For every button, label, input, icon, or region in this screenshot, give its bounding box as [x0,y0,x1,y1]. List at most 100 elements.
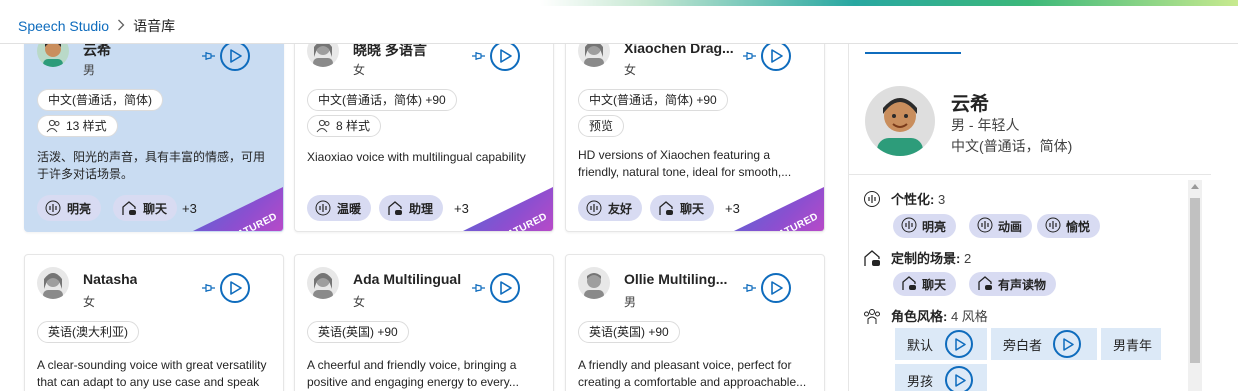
breadcrumb-speech-studio[interactable]: Speech Studio [18,18,109,34]
role-boy[interactable]: 男孩 [895,364,987,391]
personality-tag: 明亮 [893,214,957,238]
styles-count: 8 样式 [336,119,371,133]
personality-pill: 明亮 [37,195,102,221]
waveform-icon [45,200,61,216]
role-style-section: 角色风格: 4 风格 [863,306,988,325]
voice-description: 活泼、阳光的声音，具有丰富的情感，可用于许多对话场景。 [37,150,266,181]
voice-description: A clear-sounding voice with great versat… [37,358,267,389]
voice-card-ollie-multilingual[interactable]: Ollie Multiling... 男 英语(英国) +90 A friend… [565,254,825,391]
voice-name: Ollie Multiling... [624,271,728,287]
detail-gender-age: 男 - 年轻人 [951,117,1020,133]
voice-card-natasha[interactable]: Natasha 女 英语(澳大利亚) A clear-sounding voic… [24,254,284,391]
styles-count: 13 样式 [66,119,107,133]
chat-home-icon [977,275,993,294]
personality-section: 个性化: 3 [863,189,945,208]
voice-detail-panel: 云希 男 - 年轻人 中文(普通话，简体) 个性化: 3 明亮 动画 愉悦 定制… [848,44,1211,391]
more-count: +3 [725,201,740,216]
waveform-icon [863,190,881,208]
avatar [307,267,339,299]
scenario-pill: 聊天 [650,195,715,221]
voice-card-xiaochen-dragon[interactable]: Xiaochen Drag... 女 中文(普通话，简体) +90 预览 HD … [565,44,825,232]
styles-tag: 8 样式 [307,115,382,137]
avatar [578,267,610,299]
pin-icon[interactable] [740,47,758,65]
people-icon [46,119,60,133]
play-button[interactable] [490,44,520,71]
voice-gender: 女 [353,295,366,309]
play-button[interactable] [1053,330,1081,358]
chat-home-icon [901,275,917,294]
styles-tag: 13 样式 [37,115,118,137]
people-icon [316,119,330,133]
voice-gender: 女 [353,63,366,77]
waveform-icon [901,217,917,236]
voice-gallery: 云希 男 中文(普通话，简体) 13 样式 活泼、阳光的声音，具有丰富的情感，可… [0,44,832,391]
locale-tag: 英语(英国) +90 [578,321,680,343]
locale-tag: 中文(普通话，简体) +90 [578,89,728,111]
voice-gender: 男 [624,295,637,309]
play-button[interactable] [945,366,973,391]
avatar [578,44,610,67]
personality-tag: 动画 [969,214,1033,238]
waveform-icon [315,200,331,216]
voice-description: HD versions of Xiaochen featuring a frie… [578,148,792,179]
play-button[interactable] [220,44,250,71]
chat-home-icon [658,200,674,216]
avatar [37,267,69,299]
personality-pill: 友好 [578,195,643,221]
chat-home-icon [121,200,137,216]
pin-icon[interactable] [740,279,758,297]
pin-icon[interactable] [199,47,217,65]
divider [849,174,1211,175]
chat-home-icon [863,249,881,267]
voice-name: 云希 [83,44,111,58]
voice-gender: 女 [624,63,637,77]
breadcrumb-current: 语音库 [133,18,176,34]
pin-icon[interactable] [199,279,217,297]
people-group-icon [863,307,881,325]
role-default[interactable]: 默认 [895,328,987,360]
voice-description: Xiaoxiao voice with multilingual capabil… [307,150,526,164]
more-count: +3 [454,201,469,216]
scenario-pill: 聊天 [113,195,178,221]
voice-card-xiaoxiao-multilingual[interactable]: 晓晓 多语言 女 中文(普通话，简体) +90 8 样式 Xiaoxiao vo… [294,44,554,232]
pin-icon[interactable] [469,279,487,297]
play-button[interactable] [220,273,250,303]
detail-locale: 中文(普通话，简体) [951,138,1073,154]
scenario-pill: 助理 [379,195,444,221]
scroll-up-arrow-icon[interactable] [1191,184,1199,189]
active-tab-indicator [865,52,961,54]
detail-scrollbar[interactable] [1188,180,1202,391]
locale-tag: 英语(澳大利亚) [37,321,139,343]
role-narrator[interactable]: 旁白者 [991,328,1097,360]
voice-name: Xiaochen Drag... [624,44,734,56]
avatar [37,44,69,67]
gallery-scroll-gutter [832,44,848,391]
scenario-section: 定制的场景: 2 [863,248,971,267]
preview-tag: 预览 [578,115,625,137]
detail-voice-name: 云希 [951,94,990,115]
scenario-tag: 聊天 [893,272,957,296]
voice-gender: 女 [83,295,96,309]
pin-icon[interactable] [469,47,487,65]
voice-card-yunxi[interactable]: 云希 男 中文(普通话，简体) 13 样式 活泼、阳光的声音，具有丰富的情感，可… [24,44,284,232]
chevron-right-icon [117,19,125,34]
role-young-adult-male[interactable]: 男青年 [1101,328,1161,360]
scenario-tag: 有声读物 [969,272,1057,296]
voice-card-ada-multilingual[interactable]: Ada Multilingual 女 英语(英国) +90 A cheerful… [294,254,554,391]
play-button[interactable] [945,330,973,358]
personality-tag: 愉悦 [1037,214,1101,238]
play-button[interactable] [761,273,791,303]
waveform-icon [586,200,602,216]
voice-description: A cheerful and friendly voice, bringing … [307,358,519,389]
play-button[interactable] [490,273,520,303]
avatar [307,44,339,67]
voice-name: 晓晓 多语言 [353,44,427,58]
waveform-icon [977,217,993,236]
voice-name: Ada Multilingual [353,271,462,287]
locale-tag: 中文(普通话，简体) +90 [307,89,457,111]
scroll-thumb[interactable] [1190,198,1200,363]
play-button[interactable] [761,44,791,71]
more-count: +3 [182,201,197,216]
top-bar: Speech Studio 语音库 [0,0,1238,44]
